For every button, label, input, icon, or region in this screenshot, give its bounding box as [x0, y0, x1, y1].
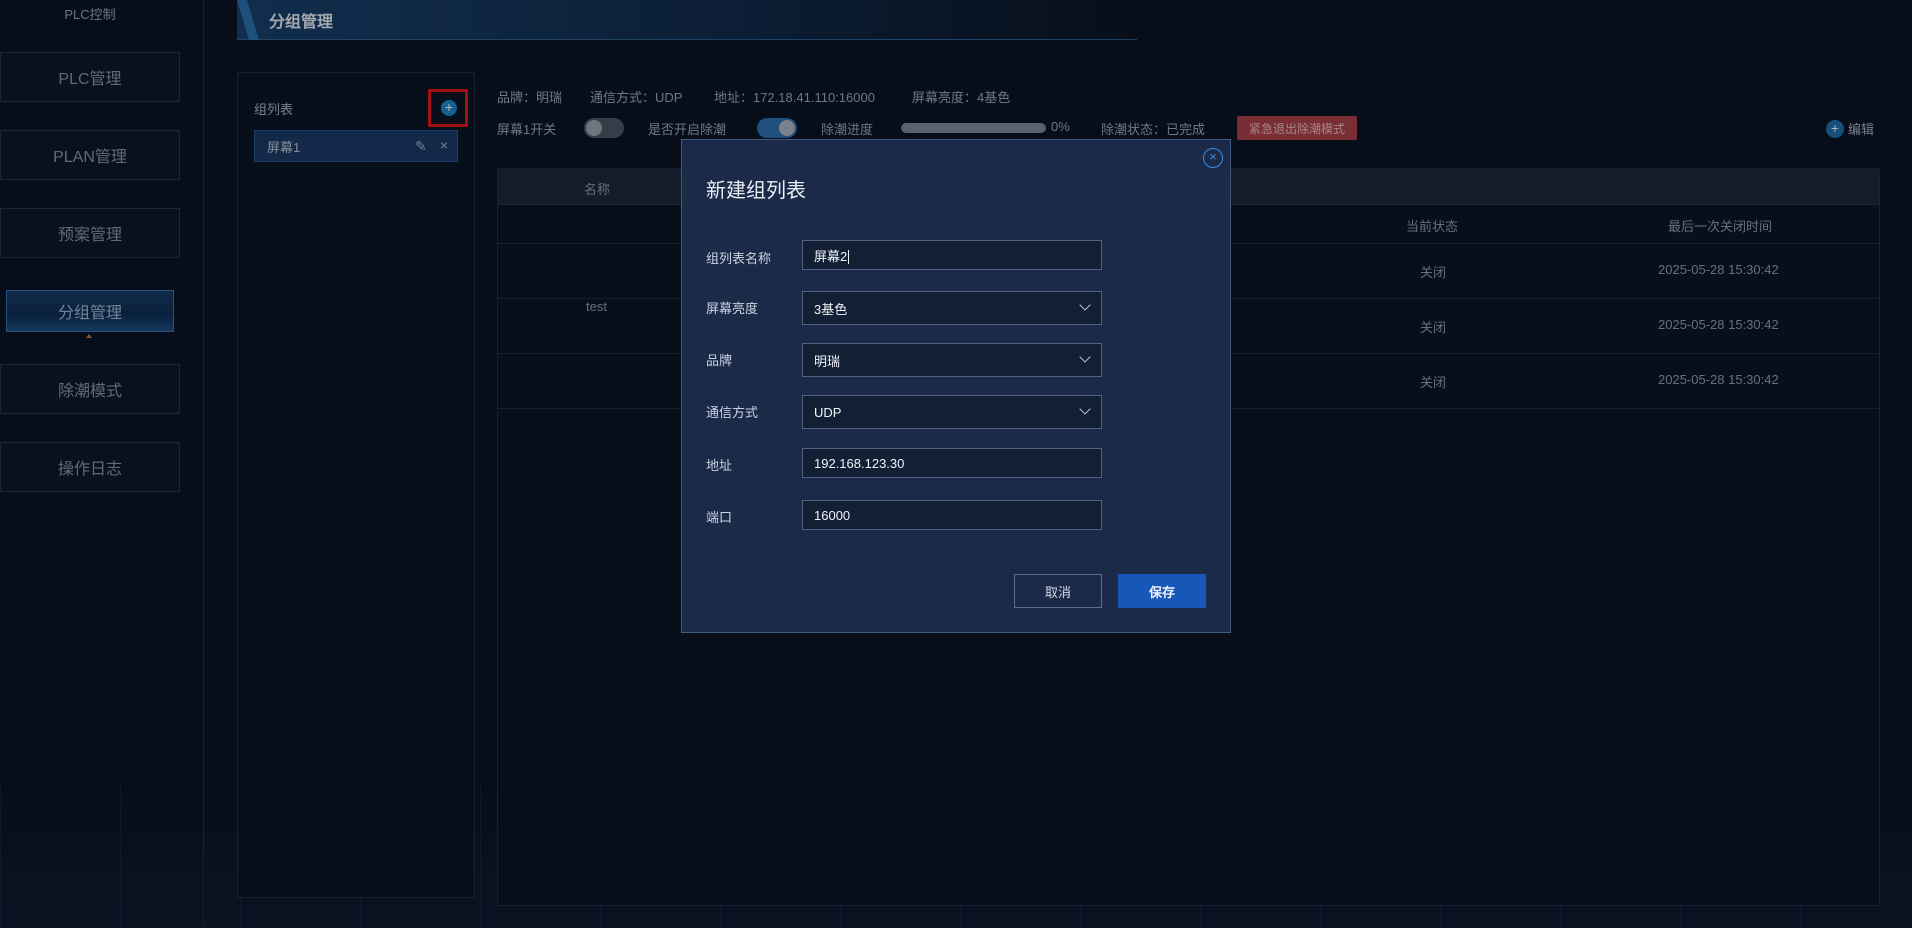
dialog-title: 新建组列表 — [706, 180, 806, 202]
address-value: 192.168.123.30 — [814, 455, 905, 471]
address-field-label: 地址 — [706, 458, 733, 473]
text-cursor — [848, 250, 850, 265]
brightness-value: 3基色 — [814, 301, 848, 317]
brand-field-label: 品牌 — [706, 353, 733, 368]
port-input[interactable]: 16000 — [802, 500, 1102, 530]
brightness-select[interactable]: 3基色 — [802, 291, 1102, 325]
comm-value: UDP — [814, 404, 842, 420]
port-field-label: 端口 — [706, 510, 733, 525]
comm-field-label: 通信方式 — [706, 405, 759, 420]
new-group-dialog: × 新建组列表 组列表名称 屏幕2 屏幕亮度 3基色 品牌 明瑞 通信方式 UD… — [681, 139, 1231, 633]
group-name-input[interactable]: 屏幕2 — [802, 240, 1102, 270]
port-value: 16000 — [814, 507, 851, 523]
brand-select[interactable]: 明瑞 — [802, 343, 1102, 377]
address-input[interactable]: 192.168.123.30 — [802, 448, 1102, 478]
name-field-label: 组列表名称 — [706, 251, 772, 266]
cancel-button[interactable]: 取消 — [1014, 574, 1102, 608]
save-button[interactable]: 保存 — [1118, 574, 1206, 608]
group-name-value: 屏幕2 — [814, 248, 848, 264]
brand-value: 明瑞 — [814, 353, 841, 369]
comm-select[interactable]: UDP — [802, 395, 1102, 429]
brightness-field-label: 屏幕亮度 — [706, 301, 759, 316]
close-icon[interactable]: × — [1203, 148, 1223, 168]
